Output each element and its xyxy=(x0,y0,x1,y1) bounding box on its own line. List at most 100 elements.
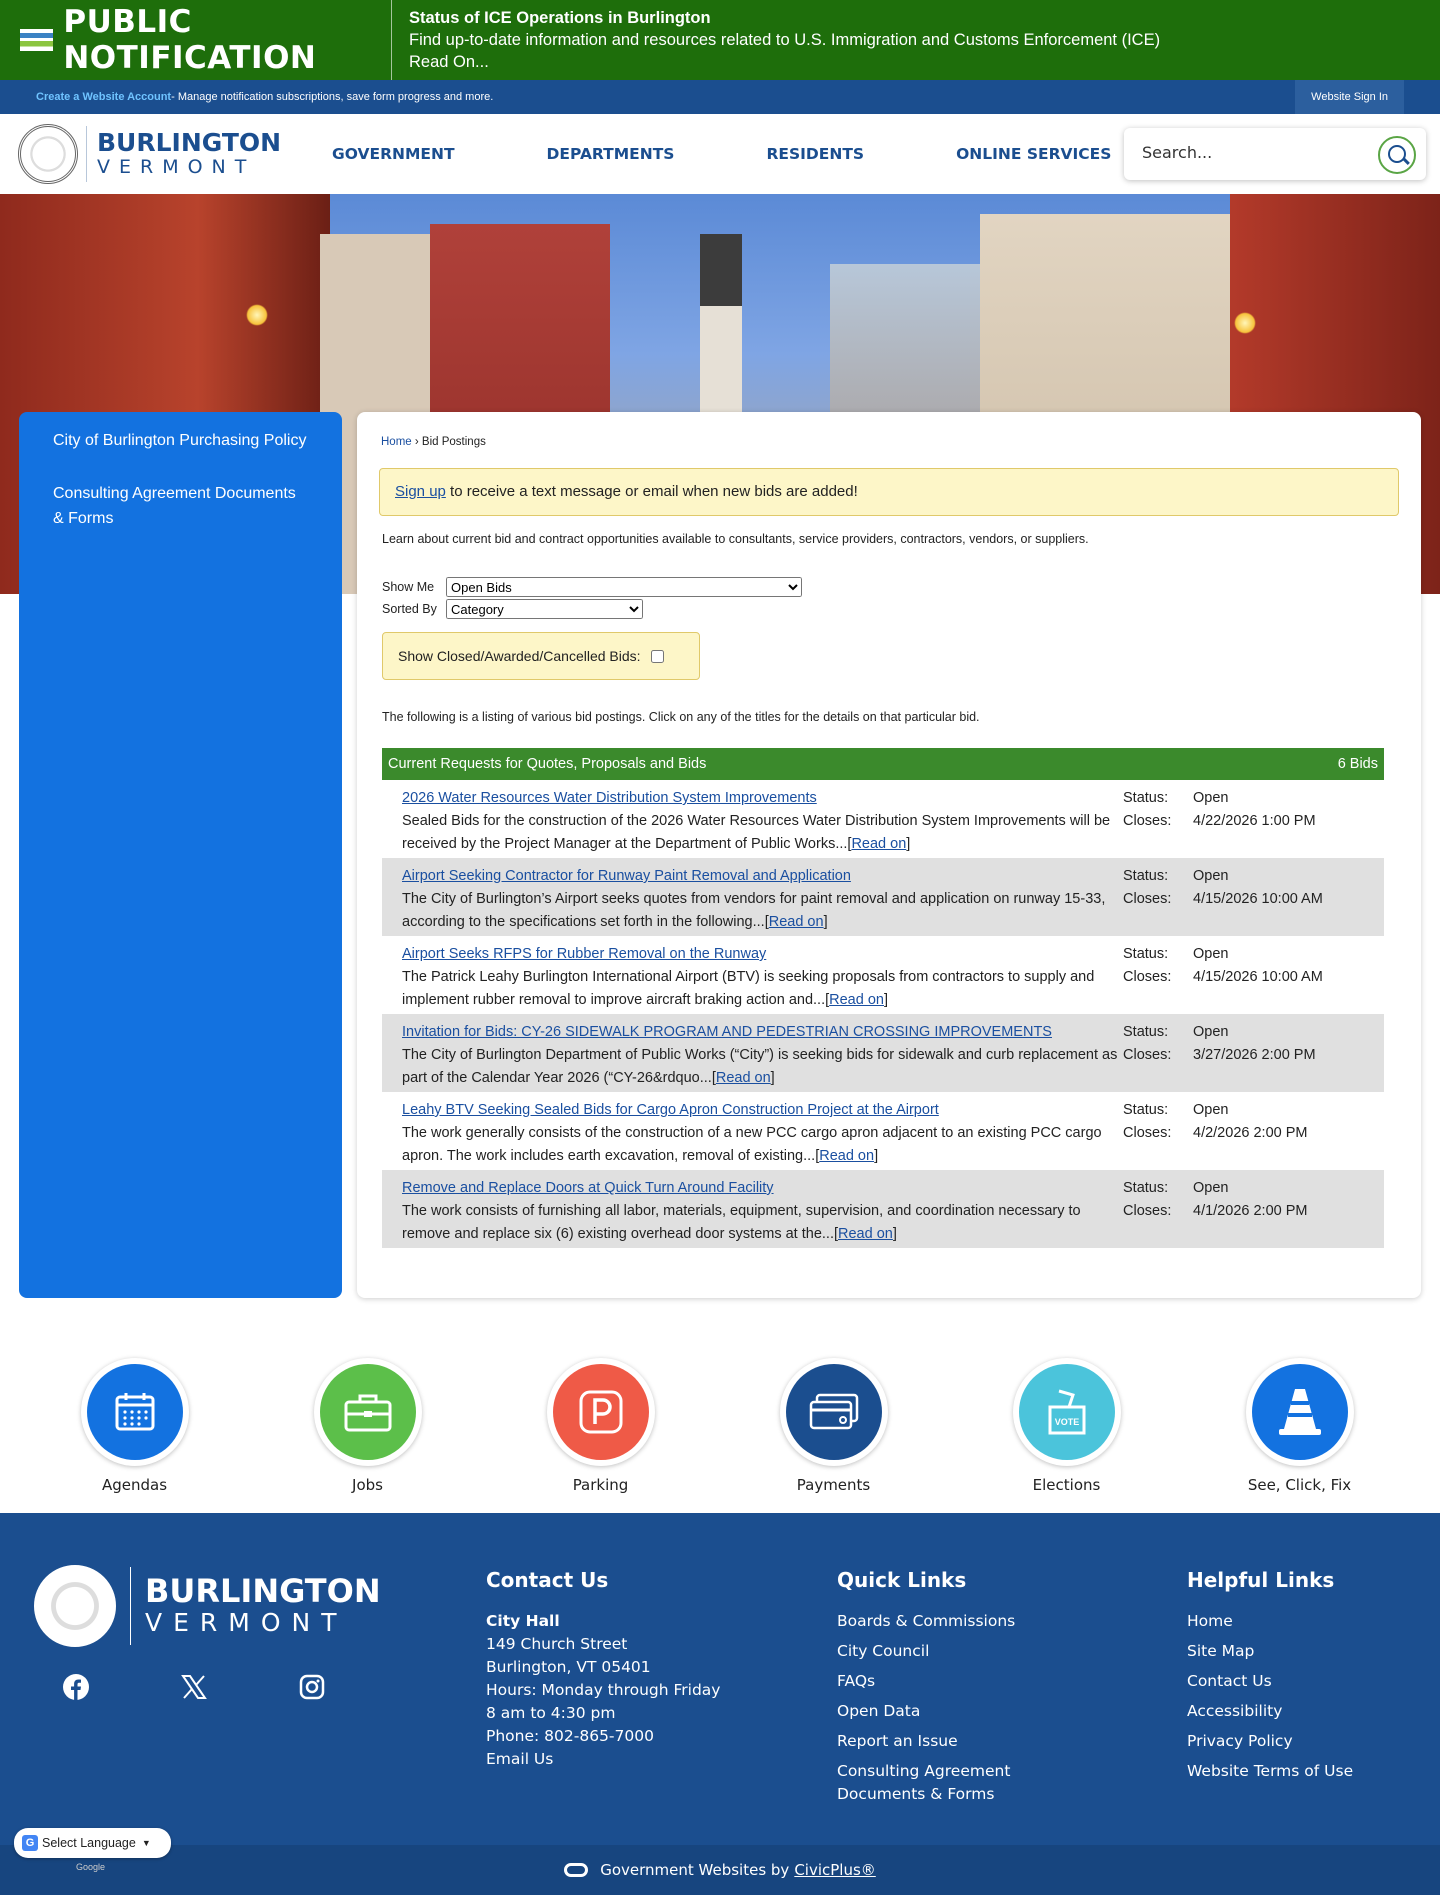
breadcrumb-current: Bid Postings xyxy=(421,436,486,448)
quick-link-payments[interactable]: Payments xyxy=(717,1358,950,1494)
bid-row: Remove and Replace Doors at Quick Turn A… xyxy=(382,1170,1384,1248)
breadcrumb: Home › Bid Postings xyxy=(381,436,1399,448)
street-lamp-icon xyxy=(1234,312,1256,334)
quick-link-see-click-fix[interactable]: See, Click, Fix xyxy=(1183,1358,1416,1494)
nav-departments[interactable]: DEPARTMENTS xyxy=(547,145,675,163)
bid-status-label: Status: xyxy=(1123,1024,1169,1040)
footer-link-home[interactable]: Home xyxy=(1187,1610,1353,1633)
quick-link-parking[interactable]: Parking xyxy=(484,1358,717,1494)
logo-divider xyxy=(86,126,87,182)
footer-link-city-council[interactable]: City Council xyxy=(837,1640,1047,1663)
logo-line2: VERMONT xyxy=(97,156,256,178)
bid-row: 2026 Water Resources Water Distribution … xyxy=(382,780,1384,858)
bid-closes-value: 4/15/2026 10:00 AM xyxy=(1193,891,1323,907)
footer-link-terms[interactable]: Website Terms of Use xyxy=(1187,1760,1353,1783)
footer-hours-time: 8 am to 4:30 pm xyxy=(486,1704,616,1722)
footer-contact-name: City Hall xyxy=(486,1612,560,1630)
language-select[interactable]: G Select Language ▼ xyxy=(14,1828,171,1858)
nav-government[interactable]: GOVERNMENT xyxy=(332,145,455,163)
bids-table-header: Current Requests for Quotes, Proposals a… xyxy=(382,748,1384,780)
show-me-label: Show Me xyxy=(382,580,435,594)
footer-link-faqs[interactable]: FAQs xyxy=(837,1670,1047,1693)
nav-residents[interactable]: RESIDENTS xyxy=(766,145,864,163)
breadcrumb-home-link[interactable]: Home xyxy=(381,436,412,448)
civicplus-icon xyxy=(564,1863,589,1877)
bid-closes-value: 4/15/2026 10:00 AM xyxy=(1193,969,1323,985)
footer-link-site-map[interactable]: Site Map xyxy=(1187,1640,1353,1663)
footer-link-boards[interactable]: Boards & Commissions xyxy=(837,1610,1047,1633)
footer-address-street: 149 Church Street xyxy=(486,1635,628,1653)
site-logo[interactable]: BURLINGTON VERMONT xyxy=(0,124,300,184)
footer-link-report-issue[interactable]: Report an Issue xyxy=(837,1730,1047,1753)
bid-row: Leahy BTV Seeking Sealed Bids for Cargo … xyxy=(382,1092,1384,1170)
quick-link-label: See, Click, Fix xyxy=(1247,1476,1352,1494)
public-notification-banner: PUBLIC NOTIFICATION Status of ICE Operat… xyxy=(0,0,1440,80)
search-input[interactable] xyxy=(1142,143,1362,162)
sidebar-item-consulting-agreement[interactable]: Consulting Agreement Documents & Forms xyxy=(53,481,308,531)
notification-badge: PUBLIC NOTIFICATION xyxy=(0,0,392,80)
bid-closes-value: 4/1/2026 2:00 PM xyxy=(1193,1203,1308,1219)
quick-link-ring xyxy=(313,1358,422,1466)
notification-badge-text: PUBLIC NOTIFICATION xyxy=(63,4,317,76)
nav-online-services[interactable]: ONLINE SERVICES xyxy=(956,145,1111,163)
notification-read-on-link[interactable]: Read On... xyxy=(409,51,1160,73)
create-account-link[interactable]: Create a Website Account xyxy=(36,91,171,103)
bid-read-on-link[interactable]: Read on xyxy=(819,1148,874,1164)
bid-meta: Status: Open Closes: 4/15/2026 10:00 AM xyxy=(1123,865,1383,911)
bid-read-on-link[interactable]: Read on xyxy=(769,914,824,930)
sidebar-item-purchasing-policy[interactable]: City of Burlington Purchasing Policy xyxy=(53,428,308,453)
footer-link-accessibility[interactable]: Accessibility xyxy=(1187,1700,1353,1723)
search-box xyxy=(1124,128,1426,180)
footer-link-contact[interactable]: Contact Us xyxy=(1187,1670,1353,1693)
quick-link-ring xyxy=(80,1358,189,1466)
footer-link-privacy[interactable]: Privacy Policy xyxy=(1187,1730,1353,1753)
footer-phone: Phone: 802-865-7000 xyxy=(486,1727,654,1745)
facebook-icon[interactable] xyxy=(62,1673,90,1701)
signup-link[interactable]: Sign up xyxy=(395,483,446,500)
quick-link-ring: VOTE xyxy=(1012,1358,1121,1466)
bids-count: 6 Bids xyxy=(1337,756,1378,772)
intro-text: Learn about current bid and contract opp… xyxy=(382,532,1089,546)
footer-link-consulting[interactable]: Consulting Agreement Documents & Forms xyxy=(837,1760,1047,1806)
bid-status-value: Open xyxy=(1193,1102,1229,1118)
quick-link-elections[interactable]: VOTE Elections xyxy=(950,1358,1183,1494)
logo-divider xyxy=(130,1567,131,1645)
traffic-cone-icon xyxy=(1251,1364,1348,1460)
sorted-by-label: Sorted By xyxy=(382,602,437,616)
bid-status-value: Open xyxy=(1193,868,1229,884)
website-sign-in-button[interactable]: Website Sign In xyxy=(1295,80,1404,114)
instagram-icon[interactable] xyxy=(298,1673,326,1701)
bid-closes-value: 3/27/2026 2:00 PM xyxy=(1193,1047,1316,1063)
quick-link-label: Elections xyxy=(1032,1476,1101,1494)
bid-status-label: Status: xyxy=(1123,1102,1169,1118)
site-header: BURLINGTON VERMONT GOVERNMENT DEPARTMENT… xyxy=(0,114,1440,194)
show-me-select[interactable]: Open Bids xyxy=(446,577,802,597)
footer-link-open-data[interactable]: Open Data xyxy=(837,1700,1047,1723)
notification-title[interactable]: Status of ICE Operations in Burlington xyxy=(409,7,1160,29)
footer-logo[interactable]: BURLINGTON VERMONT xyxy=(34,1565,381,1647)
powered-by-google: Google xyxy=(76,1862,106,1872)
footer-email-link[interactable]: Email Us xyxy=(486,1748,720,1771)
quick-link-agendas[interactable]: Agendas xyxy=(18,1358,251,1494)
sorted-by-select[interactable]: Category xyxy=(446,599,643,619)
bid-meta: Status: Open Closes: 3/27/2026 2:00 PM xyxy=(1123,1021,1383,1067)
bid-meta: Status: Open Closes: 4/1/2026 2:00 PM xyxy=(1123,1177,1383,1223)
search-icon[interactable] xyxy=(1378,136,1416,174)
bid-read-on-link[interactable]: Read on xyxy=(829,992,884,1008)
footer-hours-days: Hours: Monday through Friday xyxy=(486,1681,721,1699)
svg-text:VOTE: VOTE xyxy=(1054,1417,1079,1427)
quick-link-jobs[interactable]: Jobs xyxy=(251,1358,484,1494)
bid-read-on-link[interactable]: Read on xyxy=(838,1226,893,1242)
x-twitter-icon[interactable] xyxy=(180,1673,208,1701)
bid-read-on-link[interactable]: Read on xyxy=(851,836,906,852)
civicplus-link[interactable]: CivicPlus® xyxy=(794,1861,875,1879)
bid-meta: Status: Open Closes: 4/22/2026 1:00 PM xyxy=(1123,787,1383,833)
city-seal-icon xyxy=(18,124,78,184)
bid-description-text: The Patrick Leahy Burlington Internation… xyxy=(402,969,1095,1008)
sidebar: City of Burlington Purchasing Policy Con… xyxy=(19,412,342,1298)
footer-logo-line2: VERMONT xyxy=(145,1608,348,1637)
show-closed-checkbox[interactable] xyxy=(650,649,664,663)
bid-description-text: Sealed Bids for the construction of the … xyxy=(402,813,1111,852)
bid-status-label: Status: xyxy=(1123,790,1169,806)
bid-read-on-link[interactable]: Read on xyxy=(716,1070,771,1086)
